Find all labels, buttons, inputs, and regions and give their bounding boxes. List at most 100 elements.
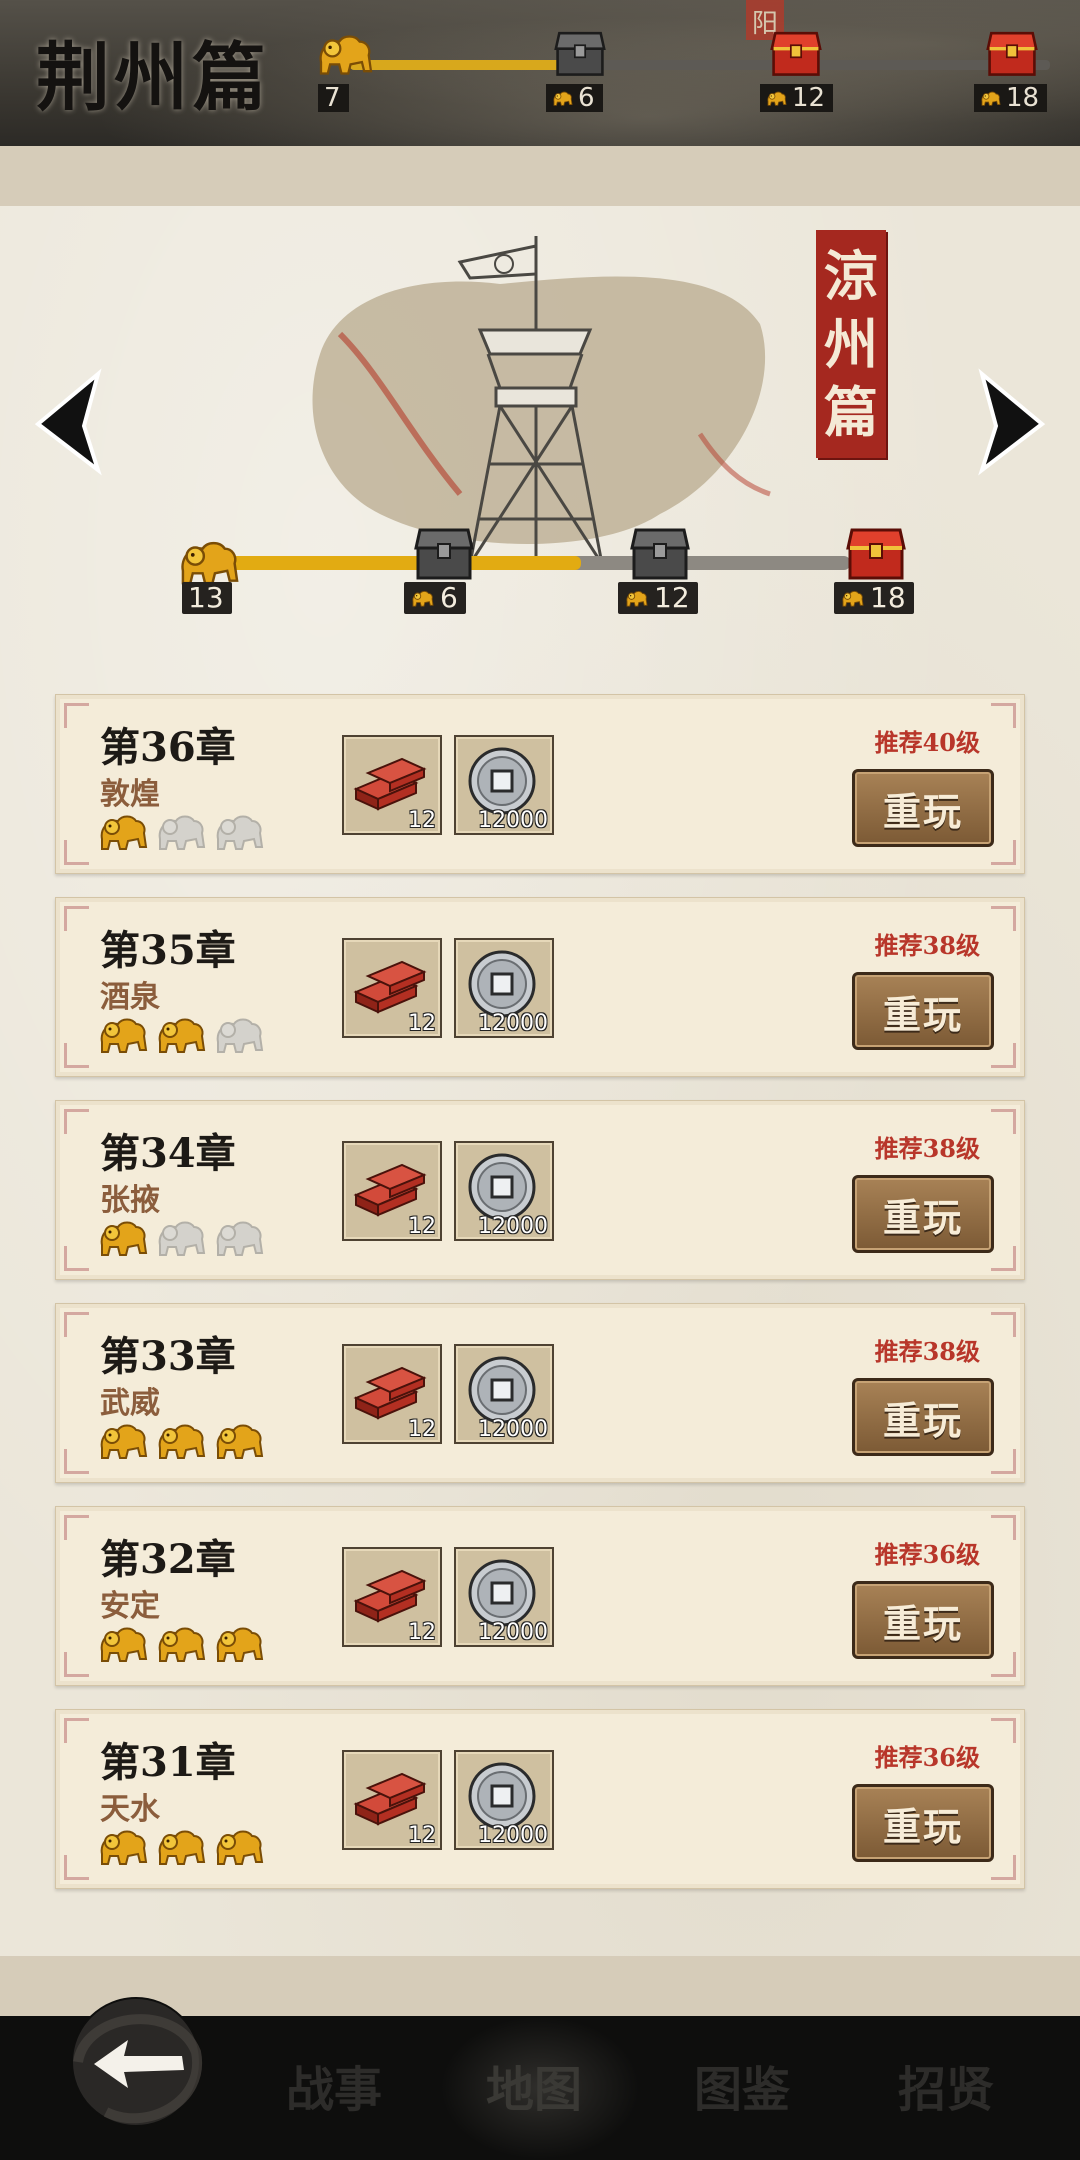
reward-quantity: 12000 — [478, 1214, 548, 1239]
chapter-title: 第34章 — [100, 1130, 236, 1177]
reward-item-bricks[interactable]: 12 — [342, 938, 442, 1038]
lion-star-icon — [100, 1627, 147, 1662]
card-corner-ornament — [991, 1718, 1016, 1743]
lion-star-empty-icon — [216, 815, 263, 850]
seal-char-2: 州 — [824, 312, 878, 376]
next-arrow-icon[interactable] — [972, 366, 1056, 476]
replay-button[interactable]: 重玩 — [852, 1175, 994, 1253]
lion-star-icon — [158, 1018, 205, 1053]
chapter-card[interactable]: 第35章 酒泉 12 12000 推荐38级 重玩 — [55, 897, 1025, 1077]
lion-star-icon — [158, 1424, 205, 1459]
bottom-nav: 战事 地图 图鉴 招贤 — [0, 1997, 1080, 2160]
nav-tab-recruit[interactable]: 招贤 — [898, 2050, 994, 2120]
reward-item-coins[interactable]: 12000 — [454, 1750, 554, 1850]
recommended-level: 推荐36级 — [874, 1743, 980, 1772]
lion-star-icon — [100, 1018, 147, 1053]
card-corner-ornament — [991, 1449, 1016, 1474]
chapter-title: 第36章 — [100, 724, 236, 771]
watchtower-illustration — [312, 236, 771, 564]
reward-item-coins[interactable]: 12000 — [454, 1547, 554, 1647]
chapter-card[interactable]: 第34章 张掖 12 12000 推荐38级 重玩 — [55, 1100, 1025, 1280]
reward-item-coins[interactable]: 12000 — [454, 735, 554, 835]
lion-star-empty-icon — [158, 1221, 205, 1256]
lion-star-icon — [216, 1424, 263, 1459]
treasure-chest-icon[interactable] — [628, 524, 692, 582]
treasure-chest-icon[interactable] — [982, 28, 1042, 78]
reward-quantity: 12 — [408, 1214, 436, 1239]
reward-quantity: 12000 — [478, 1417, 548, 1442]
arc-title-seal: 涼 州 篇 — [816, 230, 886, 458]
reward-item-bricks[interactable]: 12 — [342, 1344, 442, 1444]
lion-star-icon — [158, 1627, 205, 1662]
lion-star-icon — [412, 590, 434, 607]
star-total-value: 13 — [188, 581, 224, 614]
reward-quantity: 12 — [408, 1011, 436, 1036]
reward-quantity: 12 — [408, 1823, 436, 1848]
top-star-total-value: 7 — [324, 83, 341, 113]
top-reward-count-2-value: 12 — [792, 83, 826, 113]
reward-quantity: 12 — [408, 808, 436, 833]
card-corner-ornament — [64, 1043, 89, 1068]
replay-button[interactable]: 重玩 — [852, 769, 994, 847]
card-corner-ornament — [64, 840, 89, 865]
recommended-level: 推荐36级 — [874, 1540, 980, 1569]
star-progress-bar — [210, 556, 850, 570]
card-corner-ornament — [64, 1855, 89, 1880]
chapter-card[interactable]: 第31章 天水 12 12000 推荐36级 重玩 — [55, 1709, 1025, 1889]
chapter-card[interactable]: 第32章 安定 12 12000 推荐36级 重玩 — [55, 1506, 1025, 1686]
chapter-title: 第31章 — [100, 1739, 236, 1786]
treasure-chest-icon[interactable] — [550, 28, 610, 78]
reward-item-coins[interactable]: 12000 — [454, 1344, 554, 1444]
card-corner-ornament — [991, 1043, 1016, 1068]
nav-tab-battles[interactable]: 战事 — [286, 2050, 382, 2120]
replay-button[interactable]: 重玩 — [852, 1784, 994, 1862]
replay-button[interactable]: 重玩 — [852, 1378, 994, 1456]
reward-tier-1-count: 6 — [404, 582, 466, 614]
seal-char-1: 涼 — [824, 244, 878, 308]
reward-quantity: 12000 — [478, 1620, 548, 1645]
lion-star-icon — [100, 815, 147, 850]
chapter-stars — [98, 1215, 266, 1259]
reward-item-bricks[interactable]: 12 — [342, 1547, 442, 1647]
chapter-stars — [98, 1824, 266, 1868]
prev-arrow-icon[interactable] — [24, 366, 108, 476]
reward-tier-2-value: 12 — [654, 581, 690, 614]
chapter-place: 酒泉 — [100, 980, 160, 1015]
reward-item-coins[interactable]: 12000 — [454, 938, 554, 1038]
chapter-stars — [98, 1621, 266, 1665]
treasure-chest-icon[interactable] — [766, 28, 826, 78]
treasure-chest-icon[interactable] — [412, 524, 476, 582]
chapter-card[interactable]: 第36章 敦煌 12 12000 推荐40级 重玩 — [55, 694, 1025, 874]
card-corner-ornament — [991, 1652, 1016, 1677]
reward-item-coins[interactable]: 12000 — [454, 1141, 554, 1241]
replay-button[interactable]: 重玩 — [852, 972, 994, 1050]
replay-button[interactable]: 重玩 — [852, 1581, 994, 1659]
chapter-place: 张掖 — [100, 1183, 160, 1218]
reward-tier-3-count: 18 — [834, 582, 914, 614]
nav-tab-map[interactable]: 地图 — [486, 2050, 582, 2120]
chapter-panel: 涼 州 篇 13 6 12 18 第36章 敦煌 12 12000 推荐40级 … — [0, 206, 1080, 1956]
recommended-level: 推荐38级 — [874, 1337, 980, 1366]
reward-quantity: 12 — [408, 1417, 436, 1442]
reward-item-bricks[interactable]: 12 — [342, 735, 442, 835]
chapter-title: 第32章 — [100, 1536, 236, 1583]
card-corner-ornament — [991, 703, 1016, 728]
nav-tab-codex[interactable]: 图鉴 — [694, 2050, 790, 2120]
chapter-title: 第33章 — [100, 1333, 236, 1380]
reward-item-bricks[interactable]: 12 — [342, 1750, 442, 1850]
chapter-card[interactable]: 第33章 武威 12 12000 推荐38级 重玩 — [55, 1303, 1025, 1483]
divider-band — [0, 146, 1080, 206]
top-reward-count-1-value: 6 — [578, 83, 595, 113]
lion-star-empty-icon — [216, 1018, 263, 1053]
reward-item-bricks[interactable]: 12 — [342, 1141, 442, 1241]
top-progress-fill — [350, 60, 560, 70]
lion-star-icon — [981, 91, 1001, 106]
reward-quantity: 12 — [408, 1620, 436, 1645]
chapter-title: 第35章 — [100, 927, 236, 974]
treasure-chest-icon[interactable] — [844, 524, 908, 582]
reward-tier-2-count: 12 — [618, 582, 698, 614]
back-arrow-icon[interactable] — [66, 1992, 206, 2132]
card-corner-ornament — [64, 1312, 89, 1337]
card-corner-ornament — [991, 1515, 1016, 1540]
chapter-place: 敦煌 — [100, 777, 160, 812]
